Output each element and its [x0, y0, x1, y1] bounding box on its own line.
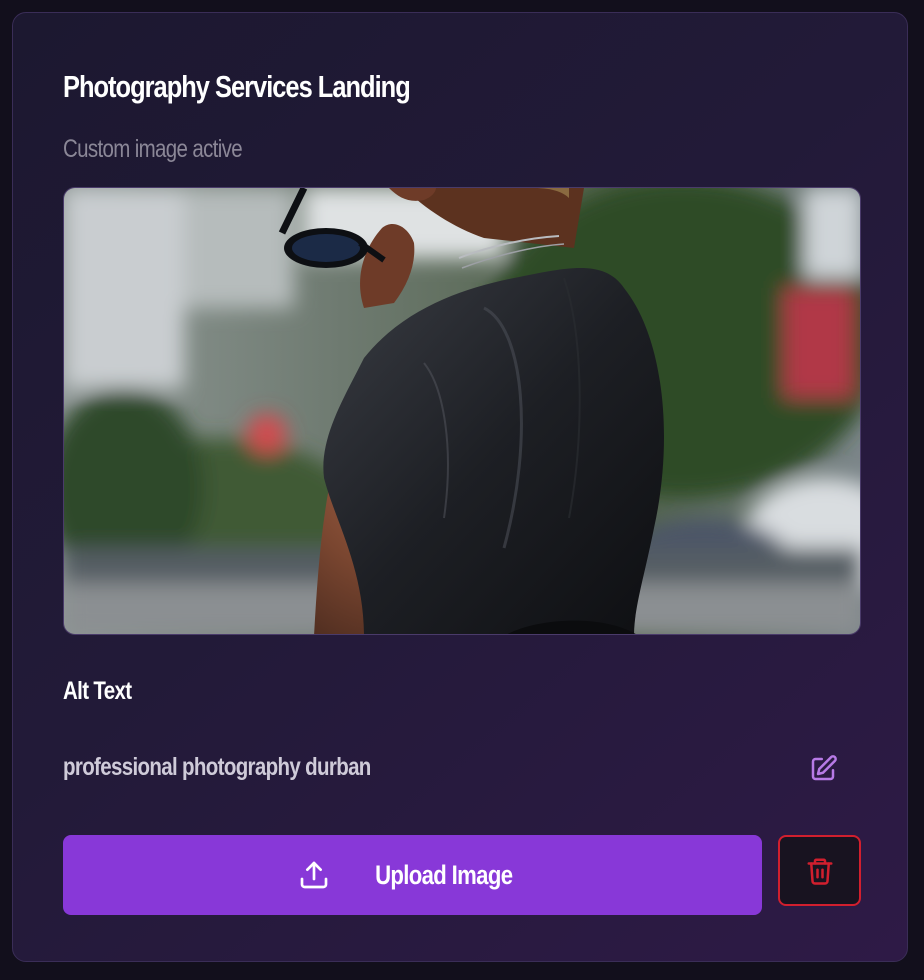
alt-text-value: professional photography durban [63, 753, 371, 781]
alt-text-label: Alt Text [63, 677, 132, 705]
image-card: Photography Services Landing Custom imag… [12, 12, 908, 962]
upload-image-button[interactable]: Upload Image [63, 835, 762, 915]
image-status-text: Custom image active [63, 135, 243, 163]
upload-icon [298, 859, 330, 891]
card-title: Photography Services Landing [63, 69, 411, 104]
image-preview [63, 187, 861, 635]
upload-image-label: Upload Image [374, 859, 513, 890]
edit-icon [811, 755, 837, 781]
trash-icon [807, 858, 832, 885]
edit-alt-text-button[interactable] [803, 749, 843, 789]
delete-image-button[interactable] [778, 835, 861, 906]
